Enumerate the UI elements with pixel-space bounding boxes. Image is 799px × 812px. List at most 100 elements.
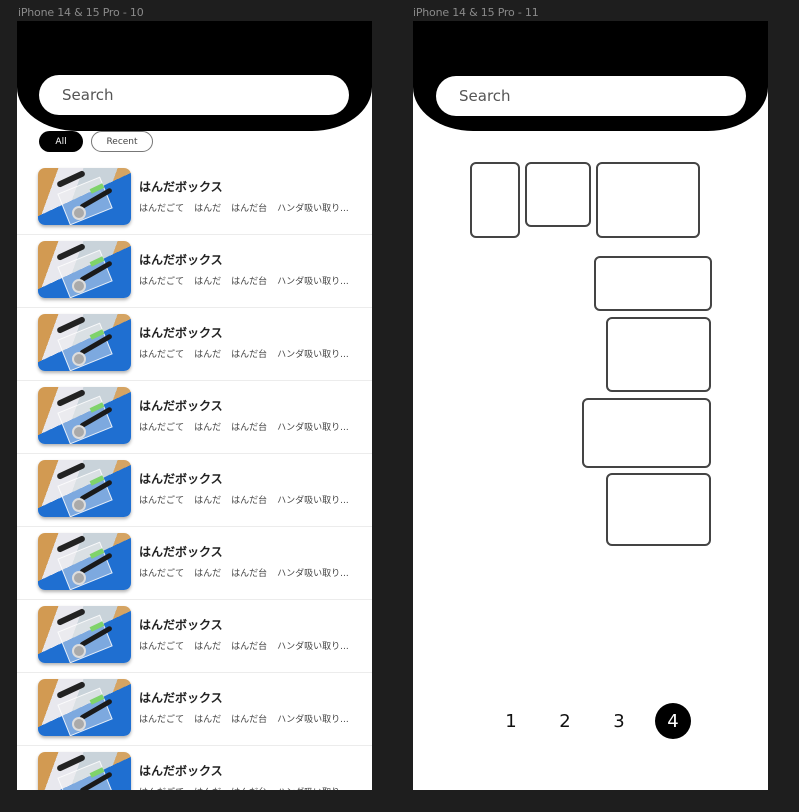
item-tag: ハンダ吸い取り... <box>277 496 349 506</box>
item-text: はんだボックスはんだごてはんだはんだ台ハンダ吸い取り... <box>139 689 349 725</box>
thumb-reel-shape <box>72 352 86 366</box>
placeholder-box-1[interactable] <box>470 162 520 238</box>
item-thumbnail <box>38 679 131 736</box>
page-button-3[interactable]: 3 <box>601 703 637 739</box>
item-thumbnail <box>38 314 131 371</box>
item-text: はんだボックスはんだごてはんだはんだ台ハンダ吸い取り... <box>139 470 349 506</box>
item-title: はんだボックス <box>139 472 223 486</box>
item-thumbnail <box>38 752 131 790</box>
item-tag: はんだ <box>194 423 222 433</box>
item-tag: ハンダ吸い取り... <box>277 204 349 214</box>
thumb-reel-shape <box>72 498 86 512</box>
list-item[interactable]: はんだボックスはんだごてはんだはんだ台ハンダ吸い取り... <box>17 600 372 673</box>
item-title: はんだボックス <box>139 399 223 413</box>
item-tag: ハンダ吸い取り... <box>277 423 349 433</box>
item-tag: はんだごて <box>139 204 185 214</box>
list-item[interactable]: はんだボックスはんだごてはんだはんだ台ハンダ吸い取り... <box>17 454 372 527</box>
page-button-4-current[interactable]: 4 <box>655 703 691 739</box>
item-tag: はんだ <box>194 642 222 652</box>
item-thumbnail <box>38 387 131 444</box>
item-title: はんだボックス <box>139 691 223 705</box>
item-tag: はんだごて <box>139 642 185 652</box>
item-text: はんだボックスはんだごてはんだはんだ台ハンダ吸い取り... <box>139 397 349 433</box>
item-tag: ハンダ吸い取り... <box>277 350 349 360</box>
item-tags: はんだごてはんだはんだ台ハンダ吸い取り... <box>139 201 349 214</box>
item-title: はんだボックス <box>139 618 223 632</box>
pagination: 1 2 3 4 <box>493 703 709 739</box>
phone-frame-list: Search All Recent はんだボックス はんだごて はんだ はんだ台 ハンダ… <box>17 21 372 790</box>
search-input[interactable]: Search <box>39 75 349 115</box>
item-title: はんだボックス <box>139 253 223 267</box>
item-thumbnail <box>38 533 131 590</box>
placeholder-box-3[interactable] <box>596 162 700 238</box>
item-tags: はんだごて はんだ はんだ台 ハンダ吸い取り... <box>139 785 349 790</box>
item-tags: はんだごてはんだはんだ台ハンダ吸い取り... <box>139 347 349 360</box>
item-tag: ハンダ吸い取り... <box>277 277 349 287</box>
frame-label-10: iPhone 14 & 15 Pro - 10 <box>18 6 144 19</box>
item-text: はんだボックスはんだごて はんだ はんだ台 ハンダ吸い取り... <box>139 762 349 790</box>
item-tag: はんだ台 <box>231 785 267 790</box>
page-button-1[interactable]: 1 <box>493 703 529 739</box>
phone-frame-layout: Search 1 2 3 4 <box>413 21 768 790</box>
item-tag: はんだ台 <box>231 204 268 214</box>
page-button-2[interactable]: 2 <box>547 703 583 739</box>
filter-chip-all[interactable]: All <box>39 131 83 152</box>
item-list: はんだボックス はんだごて はんだ はんだ台 ハンダ吸い取り... はんだボックス はんだご… <box>17 162 372 790</box>
item-tags: はんだごてはんだはんだ台ハンダ吸い取り... <box>139 566 349 579</box>
item-tag: はんだごて <box>139 277 185 287</box>
item-tag: はんだ <box>194 350 222 360</box>
list-item[interactable]: はんだボックスはんだごてはんだはんだ台ハンダ吸い取り... <box>17 673 372 746</box>
filter-chip-recent[interactable]: Recent <box>91 131 153 152</box>
list-item[interactable]: はんだボックスはんだごてはんだはんだ台ハンダ吸い取り... <box>17 381 372 454</box>
item-tag: はんだ <box>194 204 222 214</box>
item-tag: ハンダ吸い取り... <box>277 569 349 579</box>
item-tags: はんだごてはんだはんだ台ハンダ吸い取り... <box>139 493 349 506</box>
item-tag: はんだ <box>194 277 222 287</box>
item-tag: ハンダ吸い取り... <box>277 785 349 790</box>
item-tag: はんだごて <box>139 785 184 790</box>
item-tag: はんだ <box>194 785 221 790</box>
item-thumbnail <box>38 168 131 225</box>
frame-label-11: iPhone 14 & 15 Pro - 11 <box>413 6 539 19</box>
item-tag: はんだごて <box>139 350 185 360</box>
item-title: はんだボックス <box>139 326 223 340</box>
placeholder-box-6[interactable] <box>582 398 711 468</box>
list-item[interactable]: はんだボックスはんだごてはんだはんだ台ハンダ吸い取り... <box>17 235 372 308</box>
item-tag: はんだごて <box>139 423 185 433</box>
item-text: はんだボックスはんだごてはんだはんだ台ハンダ吸い取り... <box>139 251 349 287</box>
list-item[interactable]: はんだボックスはんだごて はんだ はんだ台 ハンダ吸い取り... <box>17 746 372 790</box>
item-tag: はんだ <box>194 496 222 506</box>
item-tag: はんだ台 <box>231 350 268 360</box>
item-tag: はんだごて <box>139 496 185 506</box>
item-text: はんだボックスはんだごてはんだはんだ台ハンダ吸い取り... <box>139 616 349 652</box>
item-text: はんだボックスはんだごてはんだはんだ台ハンダ吸い取り... <box>139 324 349 360</box>
item-thumbnail <box>38 606 131 663</box>
thumb-reel-shape <box>72 717 86 731</box>
item-title: はんだボックス <box>139 545 223 559</box>
item-tags: はんだごてはんだはんだ台ハンダ吸い取り... <box>139 420 349 433</box>
list-item[interactable]: はんだボックスはんだごてはんだはんだ台ハンダ吸い取り... <box>17 162 372 235</box>
thumb-reel-shape <box>72 644 86 658</box>
item-text: はんだボックスはんだごてはんだはんだ台ハンダ吸い取り... <box>139 543 349 579</box>
thumb-reel-shape <box>72 571 86 585</box>
thumb-reel-shape <box>72 425 86 439</box>
placeholder-box-5[interactable] <box>606 317 711 392</box>
placeholder-box-4[interactable] <box>594 256 712 311</box>
item-tag: ハンダ吸い取り... <box>277 642 349 652</box>
thumb-reel-shape <box>72 279 86 293</box>
item-tag: はんだ台 <box>231 642 268 652</box>
list-item[interactable]: はんだボックスはんだごてはんだはんだ台ハンダ吸い取り... <box>17 527 372 600</box>
item-tag: はんだ台 <box>231 277 268 287</box>
thumb-reel-shape <box>72 206 86 220</box>
placeholder-box-7[interactable] <box>606 473 711 546</box>
item-thumbnail <box>38 241 131 298</box>
list-item[interactable]: はんだボックスはんだごてはんだはんだ台ハンダ吸い取り... <box>17 308 372 381</box>
item-title: はんだボックス <box>139 180 223 194</box>
item-tag: はんだごて <box>139 715 185 725</box>
placeholder-box-2[interactable] <box>525 162 591 227</box>
item-title: はんだボックス <box>139 764 223 778</box>
item-tag: はんだ台 <box>231 569 268 579</box>
item-tag: はんだごて <box>139 569 185 579</box>
filter-chips: All Recent <box>39 131 153 152</box>
search-input[interactable]: Search <box>436 76 746 116</box>
